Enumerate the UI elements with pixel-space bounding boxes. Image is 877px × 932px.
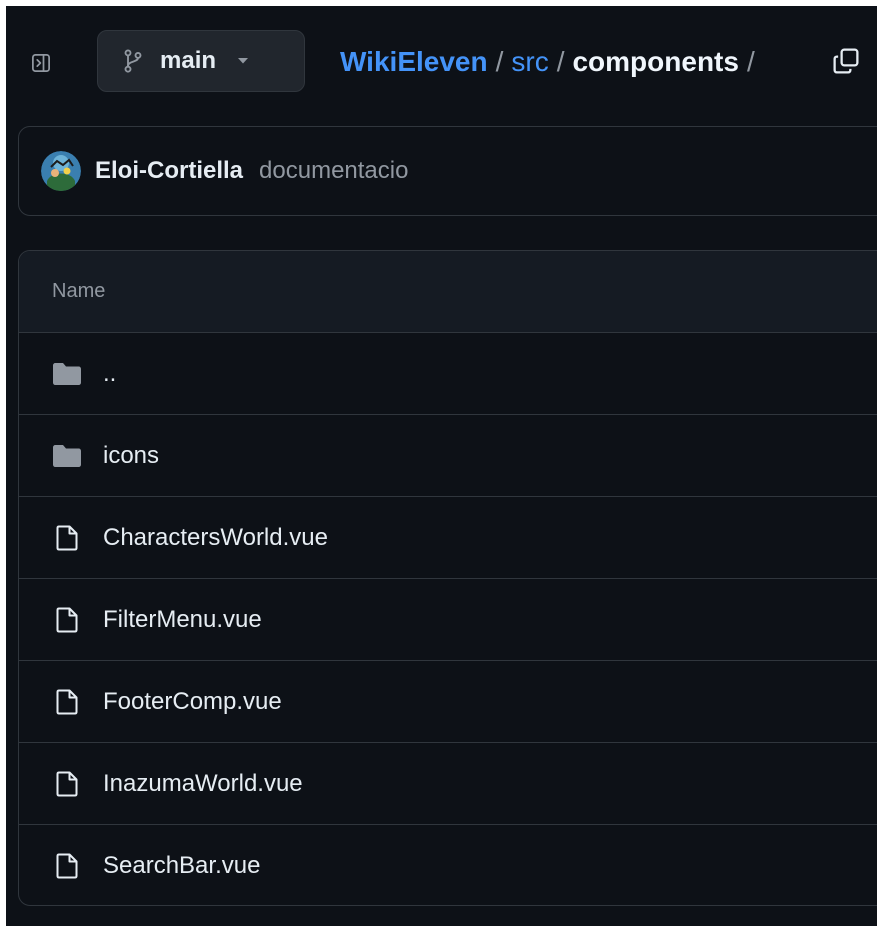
commit-author-link[interactable]: Eloi-Cortiella (95, 157, 243, 185)
branch-name: main (160, 47, 217, 74)
breadcrumb-separator: / (556, 46, 565, 77)
commit-message-link[interactable]: documentacio (259, 157, 408, 185)
file-row-icons[interactable]: icons (19, 415, 877, 497)
file-list-table: Name .. icons CharactersWorld.vue Filter… (18, 250, 877, 906)
file-row-name: .. (103, 359, 117, 387)
file-row-parent-directory[interactable]: .. (19, 333, 877, 415)
app-window: main WikiEleven / src / components / Elo… (6, 6, 877, 926)
breadcrumb-separator: / (495, 46, 504, 77)
file-row-name: SearchBar.vue (103, 852, 261, 879)
latest-commit-box: Eloi-Cortiella documentacio (18, 126, 877, 216)
breadcrumb: WikiEleven / src / components / (340, 44, 763, 80)
file-row-name: InazumaWorld.vue (103, 769, 303, 797)
file-row-inazuma-world[interactable]: InazumaWorld.vue (19, 743, 877, 825)
file-icon (52, 607, 82, 633)
file-row-characters-world[interactable]: CharactersWorld.vue (19, 497, 877, 579)
file-row-name: icons (103, 441, 160, 469)
avatar[interactable] (41, 151, 81, 191)
file-navigation-header: main WikiEleven / src / components / (6, 6, 877, 116)
file-row-search-bar[interactable]: SearchBar.vue (19, 825, 877, 905)
breadcrumb-current-folder: components (572, 46, 739, 77)
file-icon (52, 771, 82, 797)
caret-down-icon (236, 56, 250, 66)
file-row-name: FooterComp.vue (103, 687, 282, 715)
folder-icon (52, 443, 82, 469)
file-icon (52, 853, 82, 879)
sidebar-expand-icon[interactable] (26, 48, 56, 78)
copy-path-icon[interactable] (830, 45, 862, 77)
file-row-name: CharactersWorld.vue (103, 523, 328, 551)
file-icon (52, 689, 82, 715)
breadcrumb-separator: / (746, 46, 755, 77)
branch-selector-button[interactable]: main (97, 30, 305, 92)
file-row-footer-comp[interactable]: FooterComp.vue (19, 661, 877, 743)
git-branch-icon (122, 47, 144, 75)
breadcrumb-repo-link[interactable]: WikiEleven (340, 46, 488, 78)
file-row-name: FilterMenu.vue (103, 605, 262, 633)
file-row-filter-menu[interactable]: FilterMenu.vue (19, 579, 877, 661)
table-header-name: Name (19, 251, 877, 333)
file-icon (52, 525, 82, 551)
folder-icon (52, 361, 82, 387)
breadcrumb-src-link[interactable]: src (511, 46, 548, 78)
